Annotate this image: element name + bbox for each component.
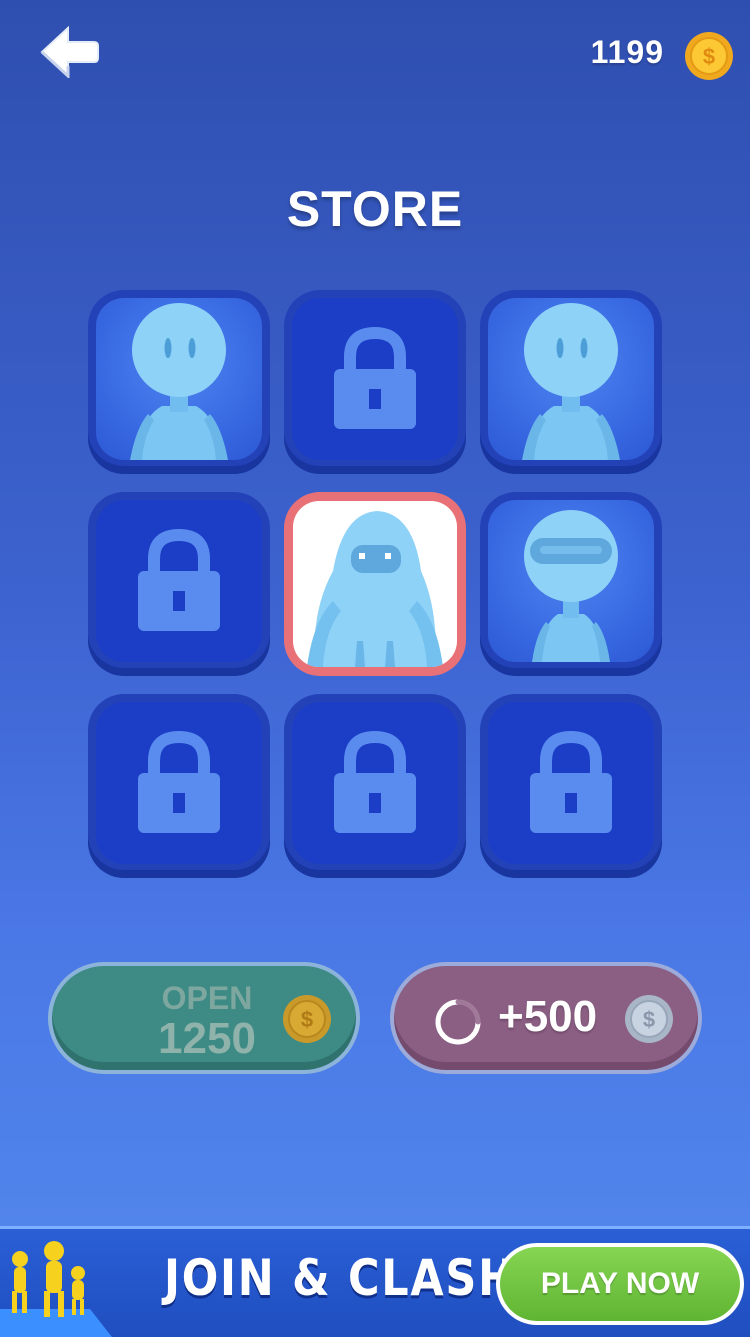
tile-inner: [96, 298, 262, 460]
tile-inner: [488, 500, 654, 662]
character-tile-2[interactable]: [480, 290, 662, 474]
lock-icon: [334, 731, 416, 833]
locked-tile-4[interactable]: [284, 694, 466, 878]
locked-tile-3[interactable]: [88, 694, 270, 878]
hooded-character-icon: [307, 511, 443, 667]
watch-ad-button[interactable]: +500 $: [390, 962, 702, 1074]
tile-inner: [488, 702, 654, 864]
svg-text:$: $: [643, 1007, 655, 1032]
stickman-character-icon: [522, 303, 620, 460]
character-tile-3[interactable]: [480, 492, 662, 676]
tile-inner: [292, 298, 458, 460]
visor-character-icon: [524, 510, 618, 662]
svg-text:$: $: [301, 1007, 313, 1032]
play-now-label: PLAY NOW: [500, 1247, 740, 1321]
tile-inner: [96, 702, 262, 864]
tile-inner: [488, 298, 654, 460]
ad-reward-label: +500: [498, 992, 598, 1041]
open-price: 1250: [158, 1014, 256, 1063]
gold-coin-icon: $: [283, 995, 331, 1043]
character-tile-selected[interactable]: [284, 492, 466, 676]
character-grid: [0, 0, 750, 900]
locked-tile-5[interactable]: [480, 694, 662, 878]
ad-banner[interactable]: JOIN & CLASH PLAY NOW: [0, 1226, 750, 1337]
lock-icon: [530, 731, 612, 833]
tile-inner: [292, 702, 458, 864]
open-label: OPEN: [161, 980, 253, 1016]
tile-inner: [96, 500, 262, 662]
loading-spinner-icon: [435, 999, 481, 1045]
banner-title: JOIN & CLASH: [164, 1249, 516, 1307]
silver-coin-icon: $: [625, 995, 673, 1043]
character-tile-1[interactable]: [88, 290, 270, 474]
lock-icon: [138, 731, 220, 833]
running-crowd-icon: [0, 1241, 112, 1337]
locked-tile-2[interactable]: [88, 492, 270, 676]
locked-tile-1[interactable]: [284, 290, 466, 474]
tile-inner: [293, 501, 457, 667]
lock-icon: [334, 327, 416, 429]
stickman-character-icon: [130, 303, 228, 460]
open-button[interactable]: OPEN 1250 $: [48, 962, 360, 1074]
play-now-button[interactable]: PLAY NOW: [496, 1243, 744, 1325]
lock-icon: [138, 529, 220, 631]
